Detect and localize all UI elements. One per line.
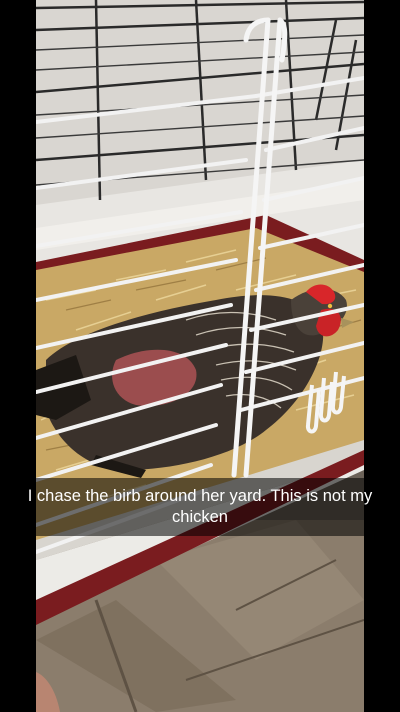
chicken-eye	[327, 303, 333, 309]
caption-bar: I chase the birb around her yard. This i…	[0, 478, 400, 536]
photo	[36, 0, 364, 712]
photo-scene	[36, 0, 364, 712]
snap-frame: I chase the birb around her yard. This i…	[0, 0, 400, 712]
caption-text: I chase the birb around her yard. This i…	[27, 487, 373, 526]
